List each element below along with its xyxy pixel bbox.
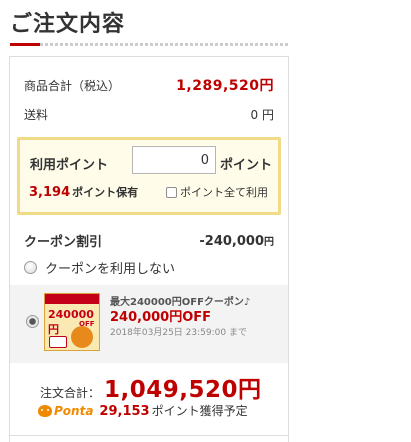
title-divider xyxy=(10,43,289,46)
coupon-discount-label: クーポン割引 xyxy=(24,235,103,250)
coupon-discount-unit: 円 xyxy=(264,236,274,248)
mascot-icon xyxy=(71,326,93,348)
owned-points-value: 3,194 xyxy=(29,185,71,200)
no-coupon-label[interactable]: クーポンを利用しない xyxy=(45,258,175,277)
ponta-logo-text: Ponta xyxy=(54,403,94,418)
use-all-points-label[interactable]: ポイント全て利用 xyxy=(180,184,268,200)
owned-points-suffix: ポイント保有 xyxy=(72,186,139,199)
ponta-logo: Ponta xyxy=(38,404,93,418)
coupon-radio[interactable] xyxy=(26,315,39,328)
coupon-discount-row: クーポン割引 -240,000円 xyxy=(24,231,274,251)
no-coupon-radio[interactable] xyxy=(24,261,37,274)
point-unit-label: ポイント xyxy=(220,158,273,173)
no-coupon-option[interactable]: クーポンを利用しない xyxy=(24,258,175,277)
coupon-discount-value: -240,000円 xyxy=(199,233,274,249)
coupon-image-tag xyxy=(49,336,67,348)
ponta-icon xyxy=(38,404,52,417)
point-usage-box: 利用ポイント ポイント 3,194 ポイント保有 ポイント全て利用 xyxy=(17,137,281,215)
point-usage-input[interactable] xyxy=(132,146,216,174)
coupon-expiry: 2018年03月25日 23:59:00 まで xyxy=(110,328,247,338)
coupon-discount-amount: -240,000 xyxy=(199,233,264,249)
order-total-row: 注文合計： 1,049,520円 xyxy=(40,370,262,404)
point-usage-label: 利用ポイント xyxy=(30,158,109,173)
coupon-option-card[interactable]: 240000円 OFF 最大240000円OFFクーポン♪ 240,000円OF… xyxy=(10,285,288,363)
coupon-image-banner xyxy=(45,294,99,304)
subtotal-value: 1,289,520円 xyxy=(176,78,274,94)
order-summary-panel: 商品合計（税込） 1,289,520円 送料 0 円 利用ポイント ポイント 3… xyxy=(9,56,289,442)
shipping-row: 送料 0 円 xyxy=(24,106,274,123)
coupon-image: 240000円 OFF xyxy=(44,293,100,351)
title-divider-accent xyxy=(10,43,40,46)
order-total-value: 1,049,520円 xyxy=(104,377,262,403)
subtotal-row: 商品合計（税込） 1,289,520円 xyxy=(24,75,274,95)
ponta-points-value: 29,153 xyxy=(99,404,150,419)
ponta-earn-points: 29,153 ポイント獲得予定 xyxy=(99,402,247,419)
shipping-value: 0 円 xyxy=(250,108,274,122)
subtotal-label: 商品合計（税込） xyxy=(24,78,121,93)
coupon-amount: 240,000円OFF xyxy=(110,310,212,325)
use-all-points-checkbox[interactable] xyxy=(166,186,177,198)
ponta-points-suffix: ポイント獲得予定 xyxy=(151,404,248,418)
owned-points: 3,194 ポイント保有 xyxy=(29,184,138,200)
ponta-points-row: Ponta 29,153 ポイント獲得予定 xyxy=(38,402,248,419)
order-total-label: 注文合計： xyxy=(40,386,101,400)
panel-divider xyxy=(10,435,288,436)
use-all-points-toggle[interactable]: ポイント全て利用 xyxy=(166,184,268,200)
shipping-label: 送料 xyxy=(24,108,49,122)
page-title: ご注文内容 xyxy=(10,12,126,37)
